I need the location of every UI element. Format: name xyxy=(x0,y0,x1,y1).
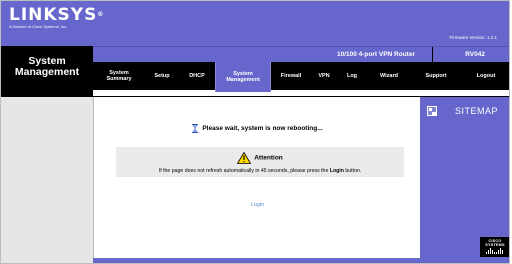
attention-heading: Attention xyxy=(116,151,404,164)
tab-support[interactable]: Support xyxy=(411,62,461,90)
footer-strip xyxy=(93,258,420,263)
section-heading: System Management xyxy=(1,46,93,96)
product-bar: 10/100 4-port VPN Router RV042 xyxy=(93,46,509,63)
reboot-status: Please wait, system is now rebooting... xyxy=(94,124,421,133)
product-divider xyxy=(432,47,433,63)
attention-message: If the page does not refresh automatical… xyxy=(158,168,362,174)
tab-vpn[interactable]: VPN xyxy=(311,62,337,90)
tab-firewall[interactable]: Firewall xyxy=(271,62,311,90)
tab-logout[interactable]: Logout xyxy=(461,62,509,90)
right-panel: SITEMAP CISCO SYSTEMS xyxy=(420,97,509,263)
tab-system-summary[interactable]: System Summary xyxy=(93,62,145,90)
top-banner: LINKSYS® A Division of Cisco Systems, In… xyxy=(1,1,509,46)
tab-system-management[interactable]: System Management xyxy=(215,62,271,92)
login-link[interactable]: Login xyxy=(94,202,421,208)
linksys-logo: LINKSYS® xyxy=(9,5,105,25)
main-nav: System Summary Setup DHCP System Managemen… xyxy=(93,62,509,92)
tab-wizard[interactable]: Wizard xyxy=(367,62,411,90)
hourglass-icon xyxy=(192,124,199,133)
sitemap-icon xyxy=(427,106,437,116)
reboot-message: Please wait, system is now rebooting... xyxy=(202,125,323,133)
attention-box: Attention If the page does not refresh a… xyxy=(116,147,404,177)
warning-icon xyxy=(237,151,252,164)
sitemap-label: SITEMAP xyxy=(455,106,499,116)
product-name: 10/100 4-port VPN Router xyxy=(336,51,415,58)
section-title: System Management xyxy=(14,55,80,78)
attention-title: Attention xyxy=(254,154,283,162)
logo-subtitle: A Division of Cisco Systems, Inc. xyxy=(9,24,68,29)
tab-log[interactable]: Log xyxy=(337,62,367,90)
left-panel xyxy=(1,97,93,263)
cisco-logo: CISCO SYSTEMS xyxy=(480,237,509,257)
tab-dhcp[interactable]: DHCP xyxy=(179,62,215,90)
firmware-version: Firmware Version: 1.2.1 xyxy=(449,35,497,40)
tab-setup[interactable]: Setup xyxy=(145,62,179,90)
router-admin-page: LINKSYS® A Division of Cisco Systems, In… xyxy=(0,0,510,264)
model-number: RV042 xyxy=(465,51,485,58)
main-content: Please wait, system is now rebooting... … xyxy=(93,97,421,263)
sitemap-link[interactable]: SITEMAP xyxy=(427,105,505,119)
